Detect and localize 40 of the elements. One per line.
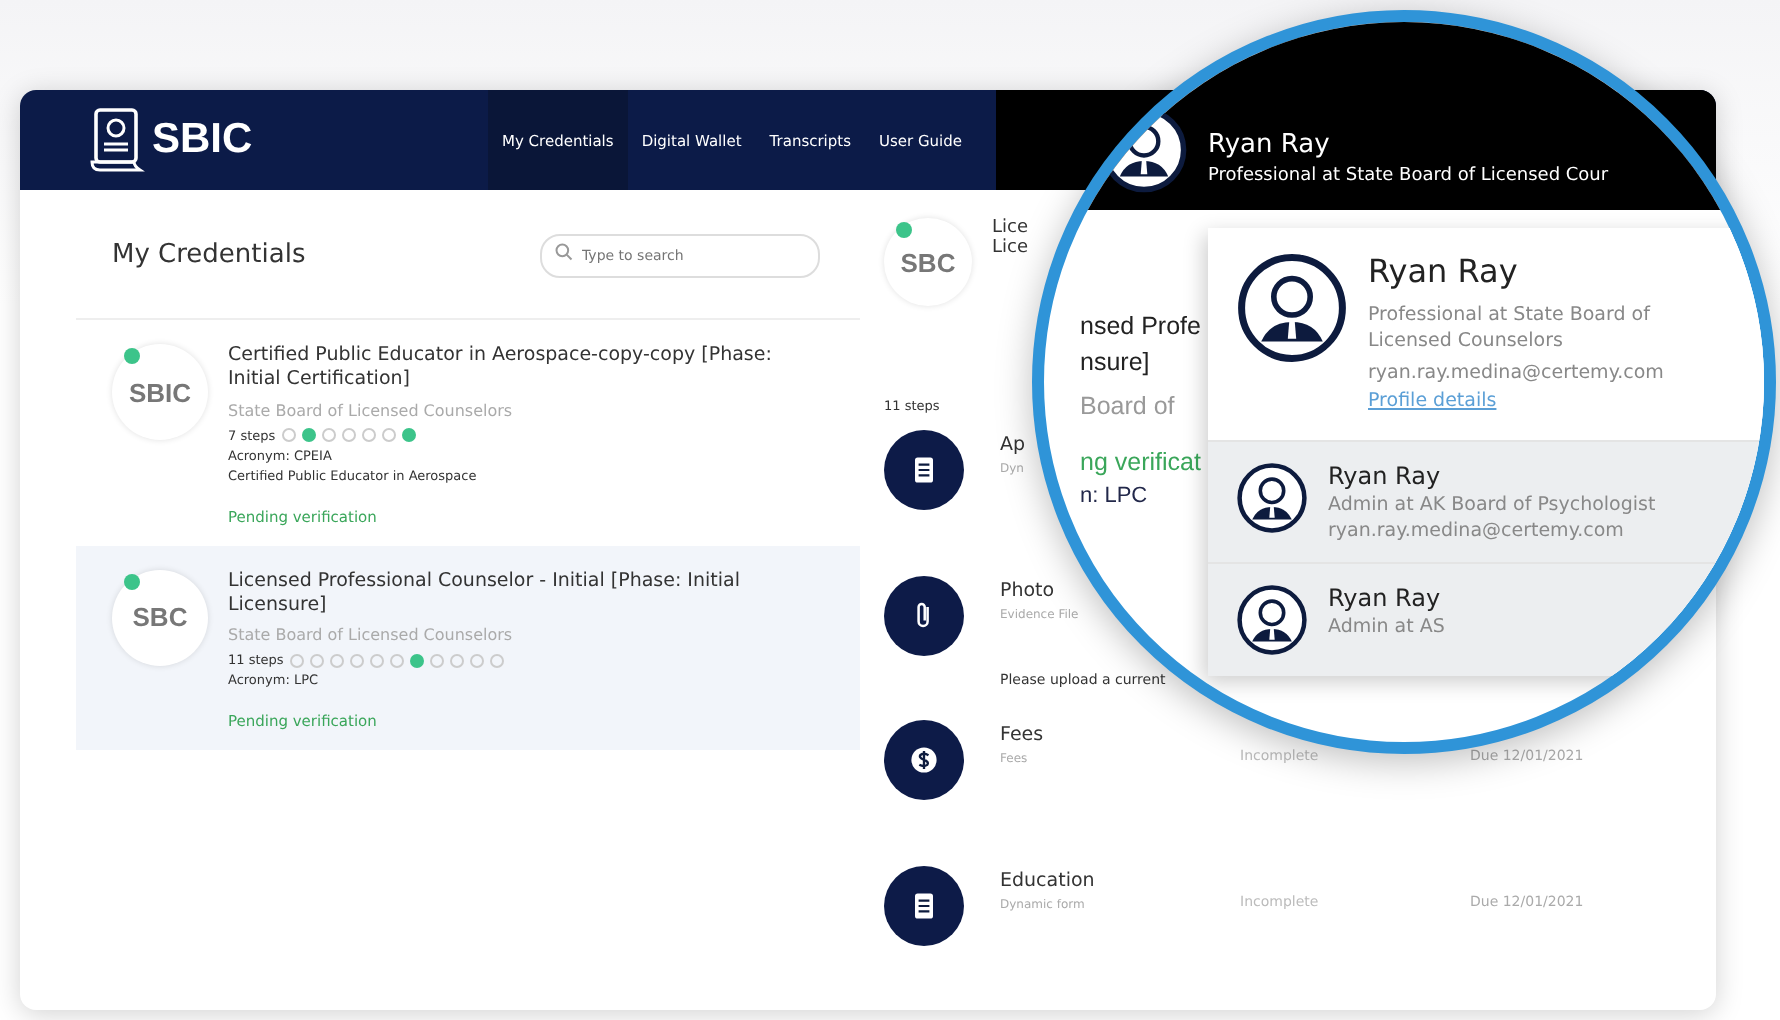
user-role: Professional at State Board of Licensed Cour — [1208, 166, 1609, 186]
step-title: Ap — [1000, 434, 1026, 456]
credential-title: Licensed Professional Counselor - Initial [Phase: Initial Licensure] — [228, 569, 742, 619]
credential-text: n: LPC — [1080, 484, 1148, 508]
user-name: Ryan Ray — [1208, 130, 1332, 160]
logo-text: SBIC — [152, 116, 253, 164]
search-icon — [554, 242, 574, 262]
step-title: Fees — [1000, 724, 1044, 746]
credential-text: ng verificat — [1080, 448, 1201, 476]
credential-title: Certified Public Educator in Aerospace-copy-copy [Phase: Initial Certification] — [228, 344, 774, 394]
account-item[interactable]: Ryan Ray Admin at AK Board of Psychologist ryan.ray.medina@certemy.com — [1208, 439, 1764, 562]
avatar-icon — [1236, 252, 1348, 364]
certificate-scroll-icon — [88, 106, 148, 174]
step-icon — [884, 575, 964, 655]
avatar-icon — [1236, 583, 1308, 656]
step-title: Education — [1000, 869, 1095, 891]
board-logo: SBC — [884, 218, 972, 306]
account-item[interactable]: Ryan Ray Professional at State Board of Licensed Counselors ryan.ray.medina@certemy.com Profile details — [1208, 228, 1764, 440]
credential-text: nsed Profe — [1080, 312, 1201, 340]
credential-title: Lice — [992, 238, 1028, 258]
account-email: ryan.ray.medina@certemy.com — [1328, 519, 1626, 542]
account-name: Ryan Ray — [1368, 252, 1520, 290]
credential-text: Board of — [1080, 392, 1175, 420]
board-logo: SBC — [112, 569, 208, 666]
step-icon — [884, 720, 964, 800]
credential-text: nsure] — [1080, 348, 1150, 376]
step-icon — [884, 430, 964, 510]
board-name: State Board of Licensed Counselors — [228, 401, 515, 420]
account-role: Admin at AS — [1328, 615, 1445, 638]
account-name: Ryan Ray — [1328, 461, 1443, 490]
panel-title: My Credentials — [112, 239, 306, 269]
account-role: Admin at AK Board of Psychologist — [1328, 493, 1656, 516]
account-name: Ryan Ray — [1328, 583, 1443, 612]
credential-title: Lice — [992, 218, 1028, 238]
board-logo: SBIC — [112, 344, 208, 440]
step-title: Photo — [1000, 579, 1055, 601]
board-name: State Board of Licensed Counselors — [228, 626, 515, 645]
step-icon — [884, 865, 964, 945]
account-email: ryan.ray.medina@certemy.com — [1368, 359, 1666, 386]
avatar-icon — [1236, 461, 1308, 534]
